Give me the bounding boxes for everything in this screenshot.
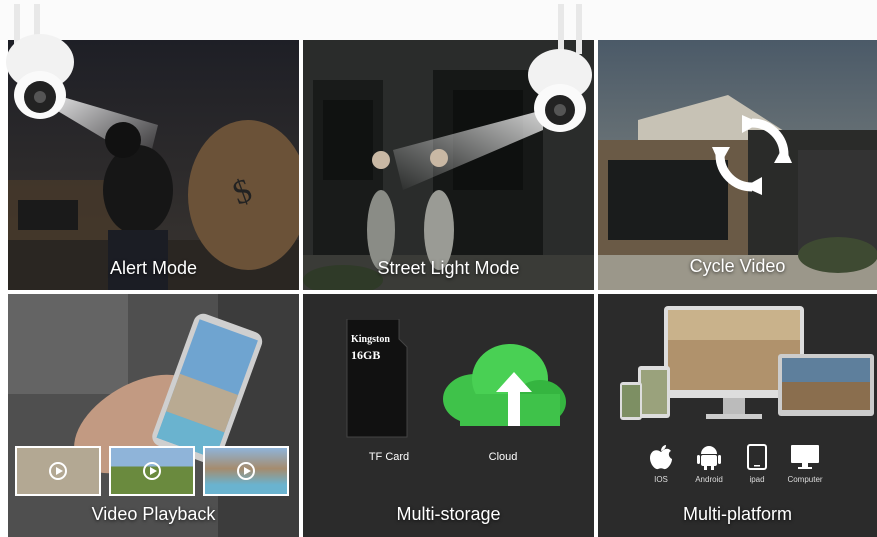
play-icon[interactable] [49, 462, 67, 480]
video-playback-scene [8, 294, 299, 537]
feature-grid: $ Alert Mode Street Light Mode Cycle Vid… [0, 0, 877, 537]
computer-icon [791, 445, 819, 469]
device-label-android: Android [695, 475, 723, 484]
apple-icon [650, 445, 672, 470]
playback-thumbnail-1[interactable] [15, 446, 101, 496]
play-icon[interactable] [143, 462, 161, 480]
tablet-icon [747, 444, 767, 470]
card-brand: Kingston [351, 334, 390, 345]
cloud-label: Cloud [488, 451, 518, 463]
street-light-caption: Street Light Mode [377, 258, 520, 278]
card-size: 16GB [351, 348, 381, 362]
camera-icon [528, 4, 592, 132]
cycle-video-caption: Cycle Video [689, 256, 786, 276]
tile-multi-storage: Kingston 16GB TF Card Cloud Multi-storag… [303, 294, 594, 537]
video-playback-caption: Video Playback [91, 504, 216, 524]
tf-card-label: TF Card [368, 451, 410, 463]
android-icon [697, 446, 721, 470]
device-label-ios: IOS [654, 475, 668, 484]
alert-mode-caption: Alert Mode [109, 258, 198, 278]
cloud-upload-icon [443, 344, 566, 426]
device-label-computer: Computer [787, 475, 823, 484]
refresh-cycle-icon [712, 115, 792, 195]
multi-platform-caption: Multi-platform [682, 504, 793, 524]
play-icon[interactable] [237, 462, 255, 480]
multi-storage-caption: Multi-storage [396, 504, 501, 524]
tile-multi-platform: IOS Android ipad Computer Multi-platform [598, 294, 877, 537]
tile-cycle-video: Cycle Video [598, 40, 877, 290]
playback-thumbnail-3[interactable] [203, 446, 289, 496]
tile-video-playback: Video Playback [8, 294, 299, 537]
playback-thumbnail-2[interactable] [109, 446, 195, 496]
device-label-ipad: ipad [749, 475, 765, 484]
devices-illustration [620, 306, 874, 420]
camera-icon [6, 4, 74, 119]
